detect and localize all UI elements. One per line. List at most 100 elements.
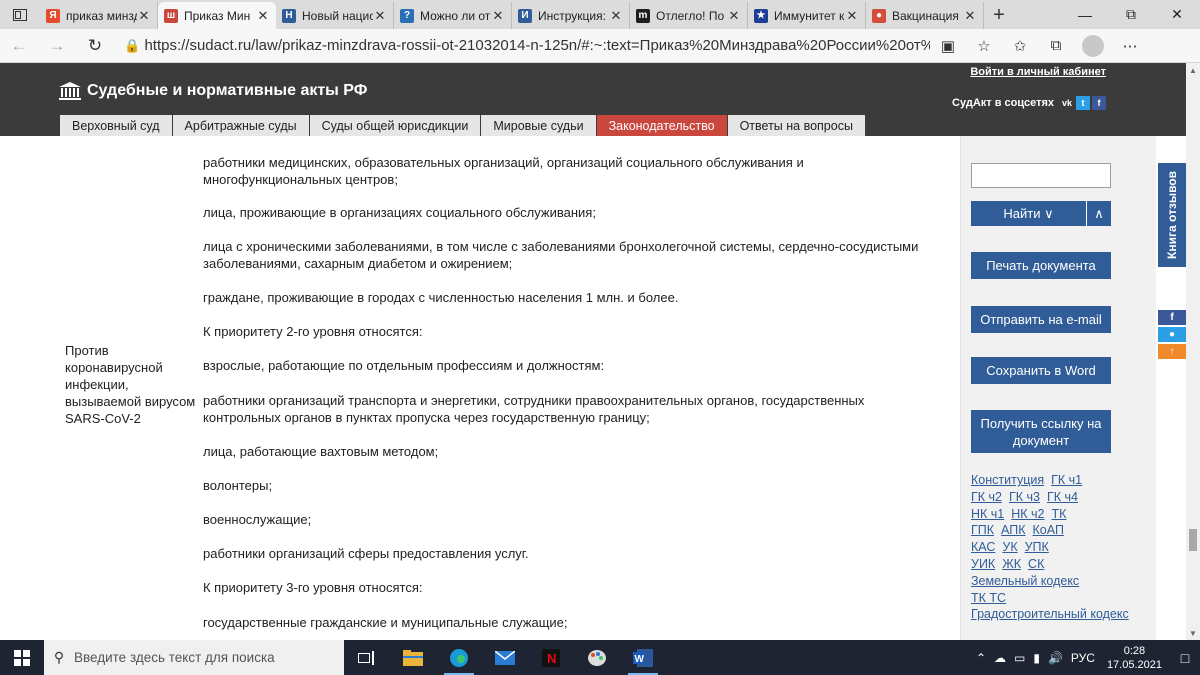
profile-avatar[interactable] xyxy=(1082,34,1104,57)
print-document-button[interactable]: Печать документа xyxy=(971,252,1111,279)
close-tab-icon[interactable]: ✕ xyxy=(137,8,151,24)
browser-tab[interactable]: m Отлегло! По ✕ xyxy=(630,2,748,29)
browser-tab[interactable]: Н Новый нацис ✕ xyxy=(276,2,394,29)
close-tab-icon[interactable]: ✕ xyxy=(609,8,623,24)
close-window-button[interactable]: ✕ xyxy=(1154,0,1200,29)
volume-icon[interactable]: 🔊 xyxy=(1044,651,1067,665)
send-email-button[interactable]: Отправить на e-mail xyxy=(971,306,1111,333)
share-facebook-icon[interactable]: f xyxy=(1158,310,1186,325)
close-tab-icon[interactable]: ✕ xyxy=(845,8,859,24)
notifications-button[interactable]: □ xyxy=(1170,640,1200,675)
code-link[interactable]: СК xyxy=(1028,557,1044,571)
code-link[interactable]: ТК ТС xyxy=(971,591,1006,605)
address-bar[interactable]: 🔒 https://sudact.ru/law/prikaz-minzdrava… xyxy=(120,33,930,59)
word-button[interactable]: W xyxy=(620,640,666,675)
edge-browser-button[interactable] xyxy=(436,640,482,675)
netflix-button[interactable]: N xyxy=(528,640,574,675)
tray-overflow-icon[interactable]: ⌃ xyxy=(972,651,990,665)
code-link[interactable]: ГК ч2 xyxy=(971,490,1002,504)
nav-item[interactable]: Верховный суд xyxy=(60,115,173,136)
mail-button[interactable] xyxy=(482,640,528,675)
read-aloud-button[interactable]: ▣ xyxy=(930,29,966,63)
close-tab-icon[interactable]: ✕ xyxy=(727,8,741,24)
nav-item[interactable]: Арбитражные суды xyxy=(172,115,310,136)
new-tab-button[interactable]: + xyxy=(984,2,1014,29)
share-twitter-icon[interactable]: ● xyxy=(1158,327,1186,342)
start-button[interactable] xyxy=(0,640,44,675)
browser-tab[interactable]: ● Вакцинация ✕ xyxy=(866,2,984,29)
scroll-top-icon[interactable]: ↑ xyxy=(1158,344,1186,359)
taskbar-search-placeholder: Введите здесь текст для поиска xyxy=(74,650,275,665)
language-indicator[interactable]: РУС xyxy=(1067,651,1099,665)
network-icon[interactable]: ▭ xyxy=(1010,651,1029,665)
twitter-icon[interactable]: t xyxy=(1076,96,1090,110)
code-link[interactable]: КАС xyxy=(971,540,995,554)
feedback-tab[interactable]: Книга отзывов xyxy=(1158,163,1186,267)
restore-button[interactable]: ⧉ xyxy=(1108,0,1154,29)
codes-row: ГК ч2 ГК ч3 ГК ч4 xyxy=(971,489,1151,506)
vk-icon[interactable]: vk xyxy=(1060,96,1074,110)
cloud-icon[interactable]: ☁ xyxy=(990,651,1010,665)
facebook-icon[interactable]: f xyxy=(1092,96,1106,110)
browser-tab[interactable]: ? Можно ли от ✕ xyxy=(394,2,512,29)
code-link[interactable]: УК xyxy=(1002,540,1017,554)
notification-icon: □ xyxy=(1180,649,1190,666)
code-link[interactable]: ТК xyxy=(1052,507,1067,521)
scroll-up-icon[interactable]: ▲ xyxy=(1186,63,1200,77)
task-view-button[interactable] xyxy=(344,640,390,675)
nav-item[interactable]: Законодательство xyxy=(596,115,728,136)
forward-button[interactable]: → xyxy=(38,29,76,63)
code-link[interactable]: Градостроительный кодекс xyxy=(971,607,1129,621)
login-link[interactable]: Войти в личный кабинет xyxy=(970,66,1106,78)
taskbar-search[interactable]: ⚲ Введите здесь текст для поиска xyxy=(44,640,344,675)
code-link[interactable]: ГК ч3 xyxy=(1009,490,1040,504)
code-link[interactable]: НК ч2 xyxy=(1011,507,1044,521)
code-link[interactable]: КоАП xyxy=(1033,523,1064,537)
close-tab-icon[interactable]: ✕ xyxy=(491,8,505,24)
more-menu-button[interactable]: ⋯ xyxy=(1112,29,1148,63)
browser-tab[interactable]: И Инструкция: ✕ xyxy=(512,2,630,29)
code-link[interactable]: Земельный кодекс xyxy=(971,574,1079,588)
code-link[interactable]: ЖК xyxy=(1002,557,1021,571)
scroll-thumb[interactable] xyxy=(1189,529,1197,551)
tab-actions-button[interactable] xyxy=(0,0,40,29)
save-to-word-button[interactable]: Сохранить в Word xyxy=(971,357,1111,384)
browser-tab[interactable]: ★ Иммунитет к ✕ xyxy=(748,2,866,29)
nav-item[interactable]: Суды общей юрисдикции xyxy=(309,115,482,136)
battery-icon[interactable]: ▮ xyxy=(1029,651,1044,665)
code-link[interactable]: УИК xyxy=(971,557,995,571)
code-link[interactable]: УПК xyxy=(1025,540,1049,554)
code-link[interactable]: ГПК xyxy=(971,523,994,537)
code-link[interactable]: ГК ч4 xyxy=(1047,490,1078,504)
eu-icon: ★ xyxy=(754,8,768,23)
collections-button[interactable]: ⧉ xyxy=(1038,29,1074,63)
refresh-button[interactable]: ↻ xyxy=(76,29,114,63)
back-button[interactable]: ← xyxy=(0,29,38,63)
paint-button[interactable] xyxy=(574,640,620,675)
code-link[interactable]: ГК ч1 xyxy=(1051,473,1082,487)
windows-logo-icon xyxy=(14,649,30,666)
code-link[interactable]: НК ч1 xyxy=(971,507,1004,521)
browser-tab[interactable]: ш Приказ Мин ✕ xyxy=(158,2,276,29)
browser-tab[interactable]: Яприказ минзд ✕ xyxy=(40,2,158,29)
document-search-input[interactable] xyxy=(971,163,1111,188)
favorite-button[interactable]: ☆ xyxy=(966,29,1002,63)
nav-item[interactable]: Ответы на вопросы xyxy=(727,115,866,136)
close-tab-icon[interactable]: ✕ xyxy=(373,8,387,24)
minimize-button[interactable]: — xyxy=(1062,0,1108,29)
code-link[interactable]: АПК xyxy=(1001,523,1025,537)
site-logo[interactable]: Судебные и нормативные акты РФ xyxy=(58,81,367,101)
favorites-button[interactable]: ✩ xyxy=(1002,29,1038,63)
page-scrollbar[interactable]: ▲ ▼ xyxy=(1186,63,1200,640)
find-prev-button[interactable]: ∧ xyxy=(1086,201,1111,226)
nav-item[interactable]: Мировые судьи xyxy=(481,115,597,136)
code-link[interactable]: Конституция xyxy=(971,473,1044,487)
find-button-group: Найти ∨ ∧ xyxy=(971,201,1111,226)
close-tab-icon[interactable]: ✕ xyxy=(963,8,977,24)
find-next-button[interactable]: Найти ∨ xyxy=(971,201,1086,226)
clock[interactable]: 0:28 17.05.2021 xyxy=(1099,644,1170,672)
get-link-button[interactable]: Получить ссылку на документ xyxy=(971,410,1111,453)
file-explorer-button[interactable] xyxy=(390,640,436,675)
scroll-down-icon[interactable]: ▼ xyxy=(1186,626,1200,640)
close-tab-icon[interactable]: ✕ xyxy=(256,8,270,24)
